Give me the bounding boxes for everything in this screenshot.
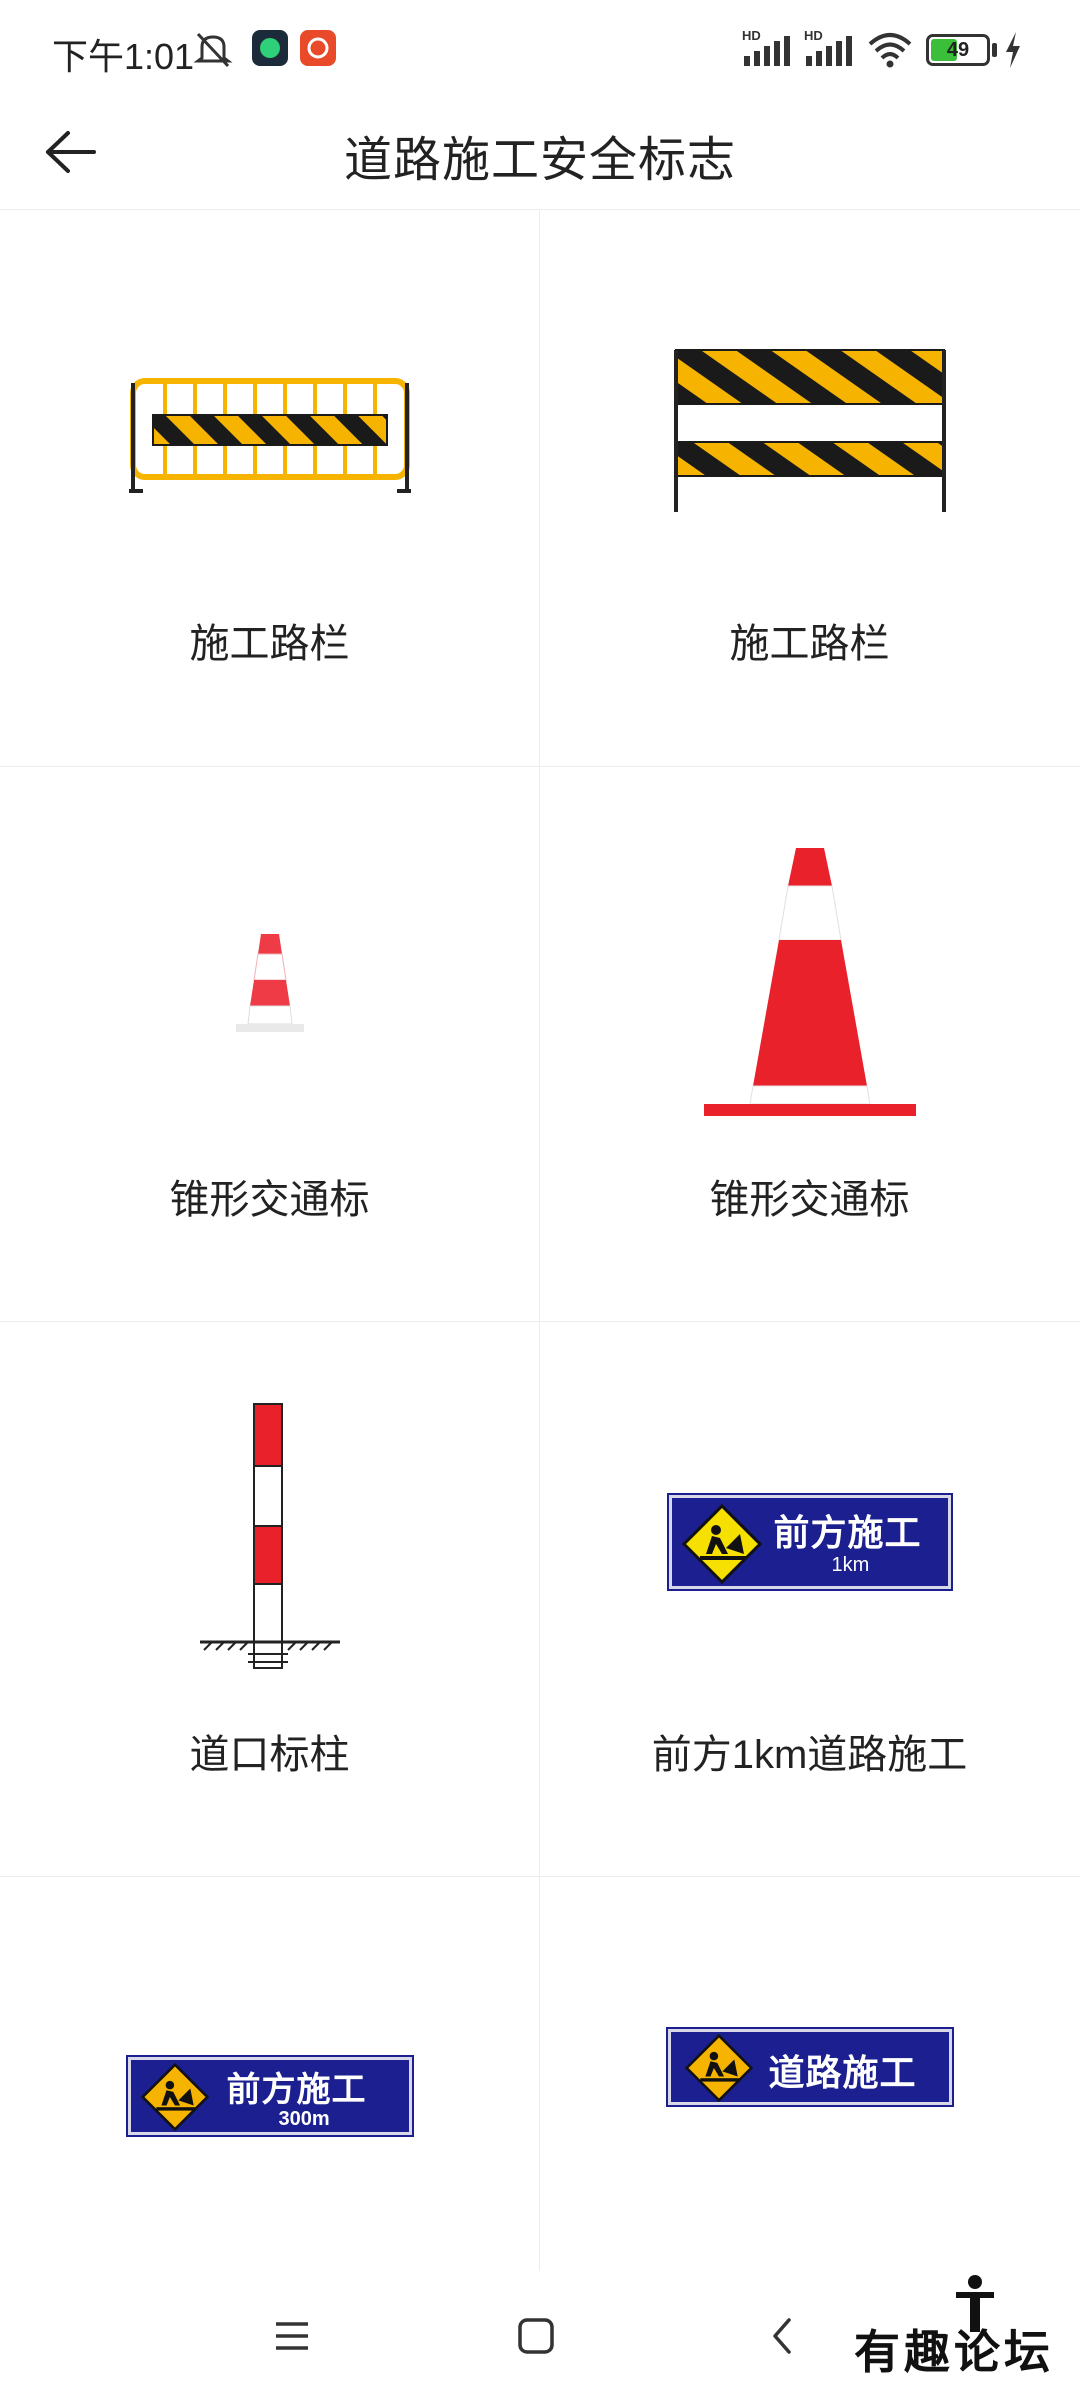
sign-grid: 施工路栏 施工路栏 锥形交通标 锥形交通标 道口标柱 前方施工 1km 前方1k… bbox=[0, 211, 1080, 2271]
worker-diamond-icon bbox=[140, 2063, 209, 2131]
sign-text-ahead: 前方施工 bbox=[226, 2071, 367, 2109]
app-header: 道路施工安全标志 bbox=[0, 92, 1080, 210]
page-title: 道路施工安全标志 bbox=[343, 134, 736, 187]
crossing-post-icon bbox=[199, 1403, 340, 1669]
sign-item[interactable]: 前方施工 1km 前方1km道路施工 bbox=[540, 1322, 1079, 1877]
charging-bolt-icon bbox=[1006, 32, 1020, 68]
sign-distance: 1km bbox=[831, 1554, 870, 1576]
sign-item[interactable]: 前方施工 300m bbox=[0, 1877, 539, 2271]
worker-diamond-icon bbox=[684, 2034, 753, 2102]
home-button[interactable] bbox=[496, 2301, 576, 2371]
sign-label: 锥形交通标 bbox=[709, 1178, 910, 1222]
signal-icon bbox=[744, 36, 790, 66]
road-work-1km-sign-icon: 前方施工 1km bbox=[666, 1493, 953, 1591]
signal-icon-2 bbox=[806, 36, 852, 66]
worker-diamond-icon bbox=[681, 1504, 762, 1584]
sign-label: 前方1km道路施工 bbox=[651, 1733, 968, 1777]
status-time: 下午1:01 bbox=[52, 36, 195, 77]
status-bar: 下午1:01 HD HD 49 bbox=[0, 0, 1080, 92]
sign-item[interactable]: 道路施工 bbox=[540, 1877, 1079, 2271]
sign-text-ahead: 前方施工 bbox=[773, 1512, 922, 1553]
sign-label: 施工路栏 bbox=[729, 622, 890, 666]
barrier-fence-icon bbox=[128, 378, 411, 493]
system-nav-bar: 有趣论坛 bbox=[0, 2271, 1080, 2400]
sign-item[interactable]: 道口标柱 bbox=[0, 1322, 539, 1877]
barrier-board-icon bbox=[673, 349, 946, 512]
chevron-left-icon bbox=[773, 2318, 791, 2354]
sign-label: 道口标柱 bbox=[189, 1733, 350, 1777]
large-cone-icon bbox=[703, 848, 916, 1116]
app-red-icon bbox=[300, 30, 336, 66]
menu-icon bbox=[276, 2322, 308, 2350]
road-work-300m-sign-icon: 前方施工 300m bbox=[125, 2055, 414, 2137]
watermark-text: 有趣论坛 bbox=[854, 2325, 1054, 2379]
sign-item[interactable]: 锥形交通标 bbox=[0, 767, 539, 1322]
battery-tip bbox=[992, 43, 997, 57]
sign-distance: 300m bbox=[278, 2108, 330, 2130]
sign-label: 施工路栏 bbox=[189, 622, 350, 666]
sign-item[interactable]: 锥形交通标 bbox=[540, 767, 1079, 1322]
back-nav-button[interactable] bbox=[742, 2301, 822, 2371]
sign-item[interactable]: 施工路栏 bbox=[0, 211, 539, 766]
wifi-icon bbox=[868, 33, 912, 68]
battery-level: 49 bbox=[946, 39, 970, 61]
small-cone-icon bbox=[235, 934, 304, 1032]
square-home-icon bbox=[518, 2318, 554, 2354]
sign-item[interactable]: 施工路栏 bbox=[540, 211, 1079, 766]
sign-label: 锥形交通标 bbox=[169, 1178, 370, 1222]
sign-text-road-work: 道路施工 bbox=[768, 2052, 917, 2093]
mute-bell-icon bbox=[193, 32, 233, 68]
road-work-sign-icon: 道路施工 bbox=[665, 2027, 954, 2107]
battery-icon: 49 bbox=[926, 34, 990, 66]
app-green-icon bbox=[252, 30, 288, 66]
menu-button[interactable] bbox=[252, 2301, 332, 2371]
